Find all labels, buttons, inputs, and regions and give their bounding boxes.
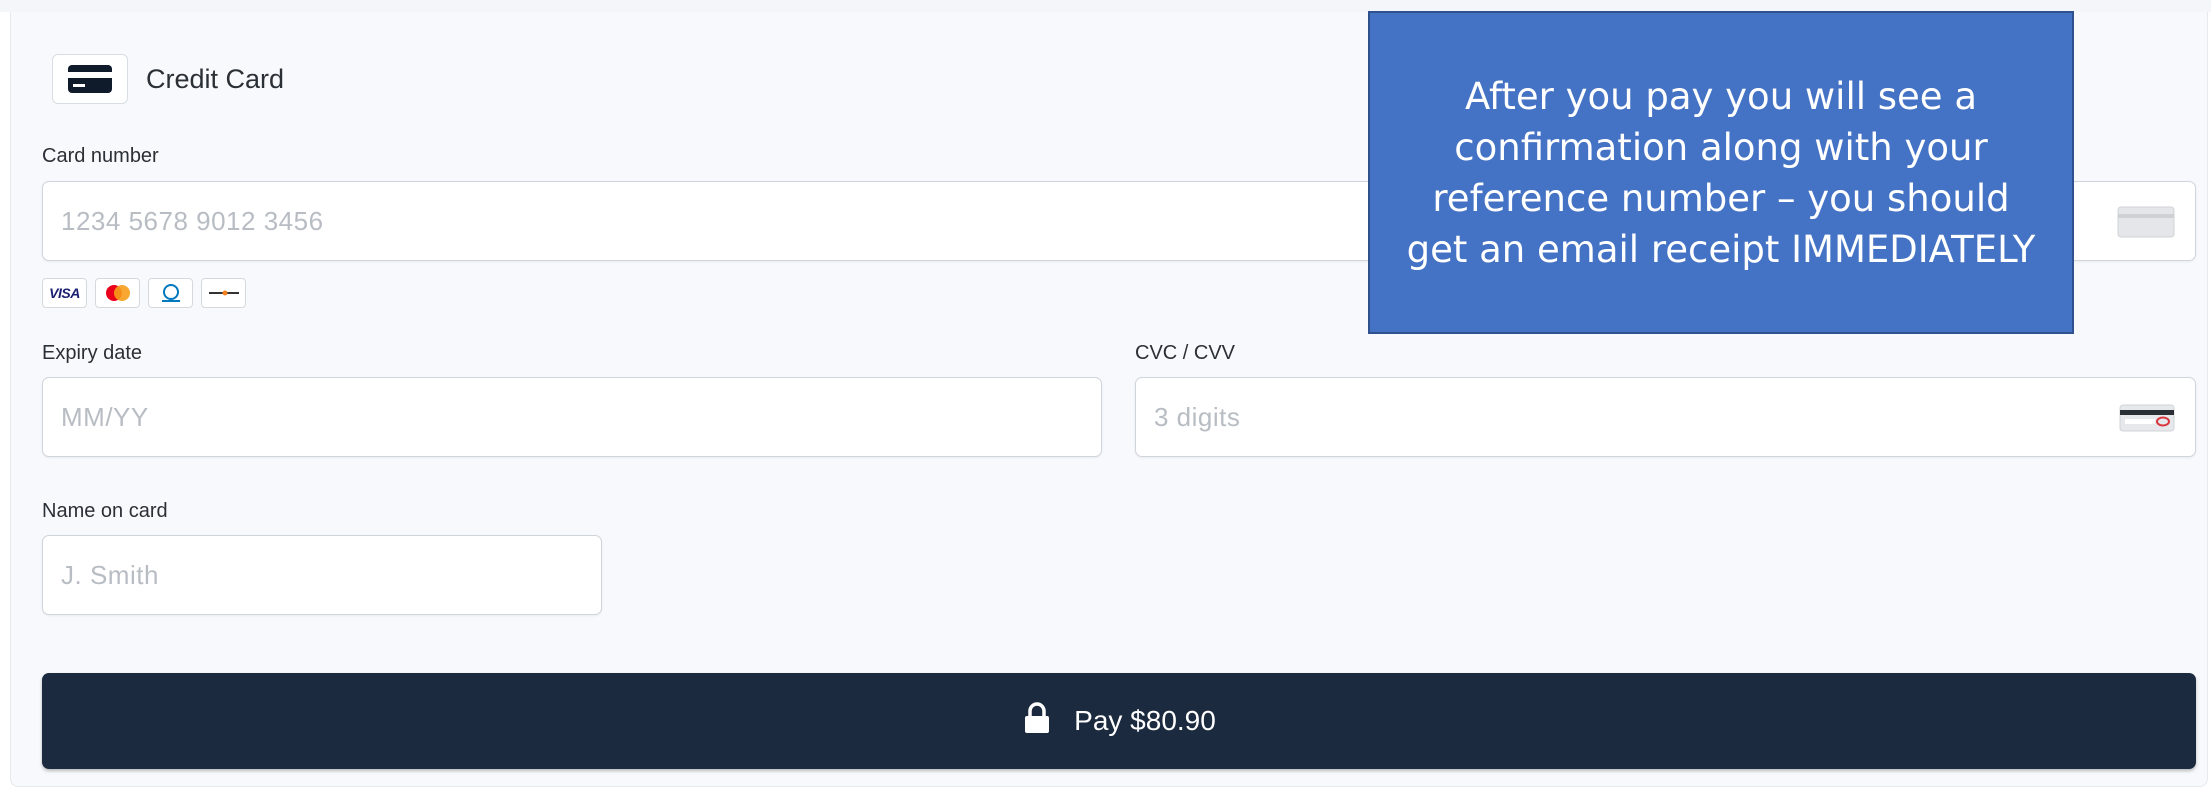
callout-text: After you pay you will see a confirmatio… [1406,74,2036,271]
lock-icon [1022,701,1052,741]
mastercard-logo-icon [95,278,140,308]
visa-logo-icon: VISA [42,278,87,308]
instruction-callout: After you pay you will see a confirmatio… [1368,11,2074,334]
diners-club-logo-icon [148,278,193,308]
card-brand-logos: VISA [42,278,246,308]
cvc-input[interactable]: 3 digits [1135,377,2196,457]
card-number-placeholder: 1234 5678 9012 3456 [61,205,324,236]
expiry-date-input[interactable]: MM/YY [42,377,1102,457]
visa-logo-text: VISA [49,285,80,301]
cvc-label: CVC / CVV [1135,342,1236,364]
card-type-icon [2117,206,2175,245]
card-number-label: Card number [42,145,159,167]
cvc-card-back-icon [2119,404,2175,439]
name-on-card-placeholder: J. Smith [61,559,159,590]
name-on-card-input[interactable]: J. Smith [42,535,602,615]
payment-method-label: Credit Card [146,63,285,94]
cvc-placeholder: 3 digits [1154,401,1241,432]
expiry-date-placeholder: MM/YY [61,401,149,432]
name-on-card-label: Name on card [42,500,168,522]
credit-card-icon [52,54,128,104]
discover-logo-icon [201,278,246,308]
checkout-page: Credit Card Card number 1234 5678 9012 3… [0,0,2211,799]
expiry-date-label: Expiry date [42,342,143,364]
pay-button[interactable]: Pay $80.90 [42,673,2196,769]
pay-button-label: Pay $80.90 [1074,705,1216,736]
payment-method-option[interactable]: Credit Card [52,54,284,104]
